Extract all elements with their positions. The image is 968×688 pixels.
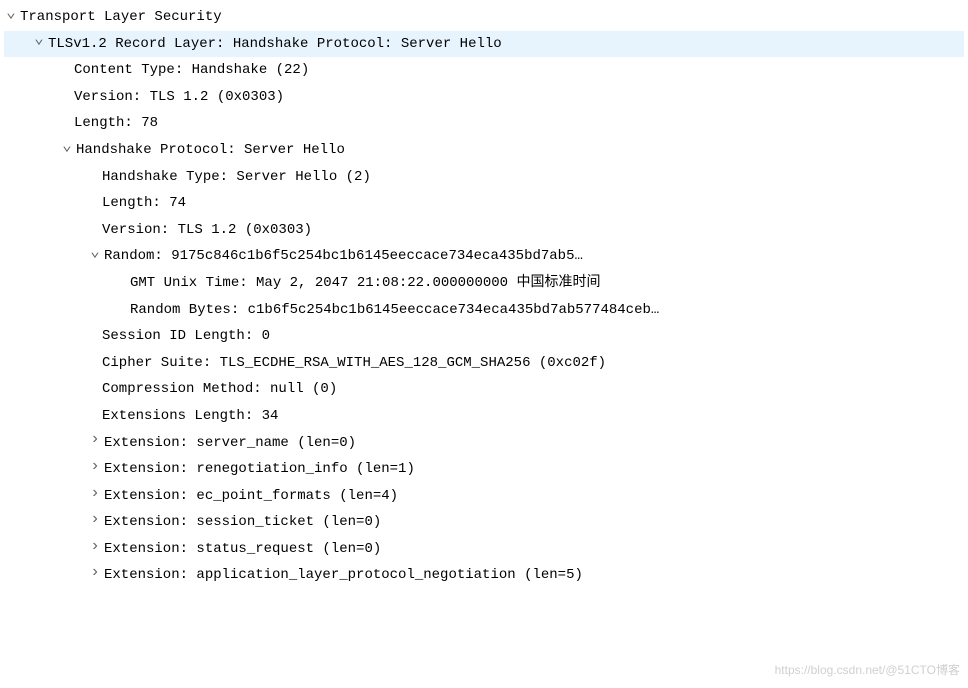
tree-row-compression[interactable]: Compression Method: null (0) xyxy=(4,376,964,403)
tree-row-handshake-length[interactable]: Length: 74 xyxy=(4,190,964,217)
extension-label: Extension: session_ticket (len=0) xyxy=(104,509,381,536)
cipher-suite: Cipher Suite: TLS_ECDHE_RSA_WITH_AES_128… xyxy=(102,350,606,377)
tree-row-cipher-suite[interactable]: Cipher Suite: TLS_ECDHE_RSA_WITH_AES_128… xyxy=(4,350,964,377)
handshake-length: Length: 74 xyxy=(102,190,186,217)
random-bytes: Random Bytes: c1b6f5c254bc1b6145eeccace7… xyxy=(130,297,659,324)
tree-row-root[interactable]: Transport Layer Security xyxy=(4,4,964,31)
random-label: Random: 9175c846c1b6f5c254bc1b6145eeccac… xyxy=(104,243,583,270)
extension-label: Extension: ec_point_formats (len=4) xyxy=(104,483,398,510)
record-layer-label: TLSv1.2 Record Layer: Handshake Protocol… xyxy=(48,31,502,58)
tree-row-handshake-type[interactable]: Handshake Type: Server Hello (2) xyxy=(4,164,964,191)
tree-row-extension[interactable]: Extension: ec_point_formats (len=4) xyxy=(4,483,964,510)
tree-row-length[interactable]: Length: 78 xyxy=(4,110,964,137)
length: Length: 78 xyxy=(74,110,158,137)
chevron-down-icon[interactable] xyxy=(4,7,18,28)
chevron-right-icon[interactable] xyxy=(88,432,102,453)
tree-row-random[interactable]: Random: 9175c846c1b6f5c254bc1b6145eeccac… xyxy=(4,243,964,270)
tree-row-extensions-length[interactable]: Extensions Length: 34 xyxy=(4,403,964,430)
extension-label: Extension: application_layer_protocol_ne… xyxy=(104,562,583,589)
session-id-length: Session ID Length: 0 xyxy=(102,323,270,350)
extensions-length: Extensions Length: 34 xyxy=(102,403,278,430)
tree-row-gmt-time[interactable]: GMT Unix Time: May 2, 2047 21:08:22.0000… xyxy=(4,270,964,297)
tree-row-random-bytes[interactable]: Random Bytes: c1b6f5c254bc1b6145eeccace7… xyxy=(4,297,964,324)
compression: Compression Method: null (0) xyxy=(102,376,337,403)
chevron-right-icon[interactable] xyxy=(88,459,102,480)
tree-row-handshake[interactable]: Handshake Protocol: Server Hello xyxy=(4,137,964,164)
tree-row-extension[interactable]: Extension: renegotiation_info (len=1) xyxy=(4,456,964,483)
chevron-right-icon[interactable] xyxy=(88,512,102,533)
tree-row-handshake-version[interactable]: Version: TLS 1.2 (0x0303) xyxy=(4,217,964,244)
tree-row-extension[interactable]: Extension: server_name (len=0) xyxy=(4,430,964,457)
chevron-right-icon[interactable] xyxy=(88,539,102,560)
tree-row-extension[interactable]: Extension: session_ticket (len=0) xyxy=(4,509,964,536)
handshake-type: Handshake Type: Server Hello (2) xyxy=(102,164,371,191)
handshake-label: Handshake Protocol: Server Hello xyxy=(76,137,345,164)
tree-row-record-layer[interactable]: TLSv1.2 Record Layer: Handshake Protocol… xyxy=(4,31,964,58)
chevron-right-icon[interactable] xyxy=(88,486,102,507)
tree-row-version[interactable]: Version: TLS 1.2 (0x0303) xyxy=(4,84,964,111)
tree-row-extension[interactable]: Extension: status_request (len=0) xyxy=(4,536,964,563)
watermark: https://blog.csdn.net/@51CTO博客 xyxy=(775,659,960,682)
chevron-down-icon[interactable] xyxy=(32,33,46,54)
extension-label: Extension: status_request (len=0) xyxy=(104,536,381,563)
extension-label: Extension: server_name (len=0) xyxy=(104,430,356,457)
gmt-time: GMT Unix Time: May 2, 2047 21:08:22.0000… xyxy=(130,270,600,297)
content-type: Content Type: Handshake (22) xyxy=(74,57,309,84)
chevron-down-icon[interactable] xyxy=(88,246,102,267)
tree-row-session-id[interactable]: Session ID Length: 0 xyxy=(4,323,964,350)
root-label: Transport Layer Security xyxy=(20,4,222,31)
version: Version: TLS 1.2 (0x0303) xyxy=(74,84,284,111)
extension-label: Extension: renegotiation_info (len=1) xyxy=(104,456,415,483)
tree-row-extension[interactable]: Extension: application_layer_protocol_ne… xyxy=(4,562,964,589)
tree-row-content-type[interactable]: Content Type: Handshake (22) xyxy=(4,57,964,84)
handshake-version: Version: TLS 1.2 (0x0303) xyxy=(102,217,312,244)
chevron-right-icon[interactable] xyxy=(88,565,102,586)
chevron-down-icon[interactable] xyxy=(60,140,74,161)
